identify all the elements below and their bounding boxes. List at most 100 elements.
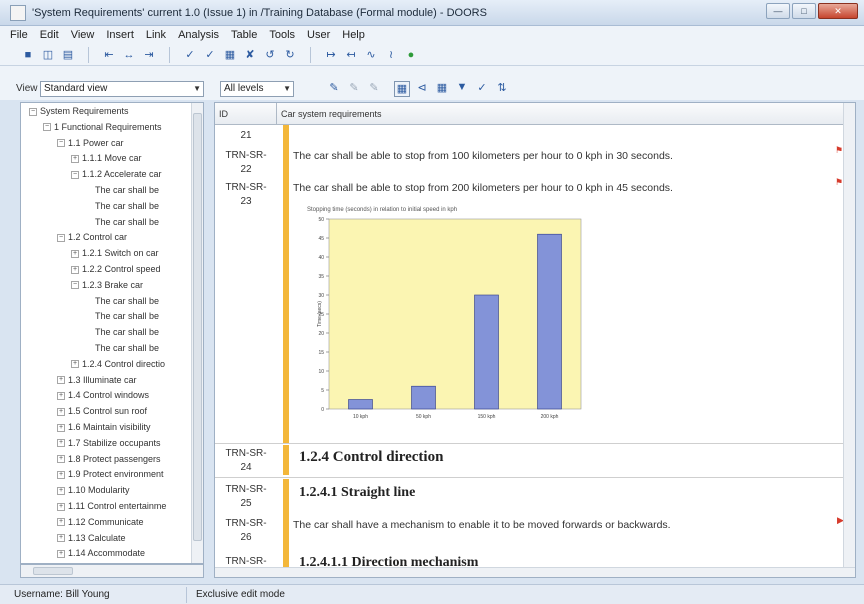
expand-icon[interactable]: + xyxy=(57,518,65,527)
tree-node[interactable]: +1.2.1 Switch on car xyxy=(71,247,159,259)
collapse-icon[interactable]: − xyxy=(43,123,51,132)
tree-node[interactable]: +1.8 Protect passengers xyxy=(57,453,161,465)
collapse-icon[interactable]: − xyxy=(57,139,65,148)
expand-icon[interactable]: + xyxy=(71,360,79,369)
expand-icon[interactable]: + xyxy=(71,265,79,274)
minimize-button[interactable]: — xyxy=(766,3,790,19)
graphics-mode-icon[interactable]: ⊲ xyxy=(414,81,430,97)
level-2-icon[interactable]: ✎ xyxy=(346,81,362,97)
tree-node[interactable]: The car shall be xyxy=(95,295,159,307)
expand-icon[interactable]: + xyxy=(57,534,65,543)
filter-icon[interactable]: ● xyxy=(403,47,419,63)
object-id[interactable]: 21 xyxy=(215,129,277,143)
indent-center-icon[interactable]: ↔ xyxy=(121,47,137,63)
expand-icon[interactable]: + xyxy=(57,550,65,559)
collapse-icon[interactable]: − xyxy=(71,281,79,290)
tree-node[interactable]: The car shall be xyxy=(95,326,159,338)
tree-node[interactable]: +1.3 Illuminate car xyxy=(57,374,137,386)
scroll-thumb[interactable] xyxy=(193,113,202,541)
collapse-icon[interactable]: − xyxy=(29,107,37,116)
tree-node[interactable]: +1.6 Maintain visibility xyxy=(57,421,151,433)
grid-vertical-scrollbar[interactable] xyxy=(843,103,855,577)
indent-right-icon[interactable]: ⇥ xyxy=(141,47,157,63)
promote-icon[interactable]: ↺ xyxy=(262,47,278,63)
menu-help[interactable]: Help xyxy=(336,29,371,41)
tree-horizontal-scrollbar[interactable] xyxy=(20,564,204,578)
table-icon[interactable]: ▦ xyxy=(434,81,450,97)
menu-user[interactable]: User xyxy=(301,29,336,41)
tree-node[interactable]: The car shall be xyxy=(95,310,159,322)
requirement-text[interactable]: The car shall have a mechanism to enable… xyxy=(293,519,671,531)
insert-below-icon[interactable]: ✓ xyxy=(202,47,218,63)
tree-node[interactable]: −1 Functional Requirements xyxy=(43,121,162,133)
close-button[interactable]: ✕ xyxy=(818,3,858,19)
collapse-icon[interactable]: − xyxy=(71,170,79,179)
levels-select[interactable]: All levels ▼ xyxy=(220,81,294,97)
demote-icon[interactable]: ↻ xyxy=(282,47,298,63)
menu-insert[interactable]: Insert xyxy=(100,29,140,41)
requirement-text[interactable]: The car shall be able to stop from 100 k… xyxy=(293,150,673,162)
link-icon[interactable]: ∿ xyxy=(363,47,379,63)
tree-node[interactable]: The car shall be xyxy=(95,200,159,212)
expand-icon[interactable]: + xyxy=(57,502,65,511)
properties-icon[interactable]: ▤ xyxy=(60,47,76,63)
stopping-time-chart[interactable]: Stopping time (seconds) in relation to i… xyxy=(299,207,589,433)
tree-node[interactable]: The car shall be xyxy=(95,342,159,354)
tree-vertical-scrollbar[interactable] xyxy=(191,103,203,563)
tree-node[interactable]: +1.9 Protect environment xyxy=(57,468,164,480)
expand-icon[interactable]: + xyxy=(71,155,79,164)
expand-icon[interactable]: + xyxy=(57,392,65,401)
section-heading[interactable]: 1.2.4 Control direction xyxy=(299,449,443,466)
tree-node[interactable]: +1.1.1 Move car xyxy=(71,152,142,164)
tree-node[interactable]: The car shall be xyxy=(95,184,159,196)
expand-icon[interactable]: + xyxy=(57,407,65,416)
expand-icon[interactable]: + xyxy=(57,376,65,385)
scroll-thumb[interactable] xyxy=(33,567,73,575)
edit-filter-icon[interactable]: ✓ xyxy=(474,81,490,97)
sort-icon[interactable]: ⇅ xyxy=(494,81,510,97)
tree-node[interactable]: −1.1.2 Accelerate car xyxy=(71,168,162,180)
grid-horizontal-scrollbar[interactable] xyxy=(215,567,855,577)
section-heading[interactable]: 1.2.4.1 Straight line xyxy=(299,485,415,501)
filter-funnel-icon[interactable]: ▼ xyxy=(454,81,470,97)
column-header-main[interactable]: Car system requirements xyxy=(277,103,845,125)
expand-icon[interactable]: + xyxy=(57,486,65,495)
view-select[interactable]: Standard view ▼ xyxy=(40,81,204,97)
tree-node[interactable]: − System Requirements xyxy=(29,105,129,117)
tree-node[interactable]: +1.4 Control windows xyxy=(57,389,149,401)
tree-node[interactable]: +1.7 Stabilize occupants xyxy=(57,437,161,449)
object-id[interactable]: TRN-SR- 26 xyxy=(215,517,277,545)
menu-tools[interactable]: Tools xyxy=(263,29,301,41)
menu-analysis[interactable]: Analysis xyxy=(172,29,225,41)
save-icon[interactable]: ■ xyxy=(20,47,36,63)
tree-node[interactable]: −1.1 Power car xyxy=(57,137,124,149)
tree-node[interactable]: +1.5 Control sun roof xyxy=(57,405,147,417)
expand-icon[interactable]: + xyxy=(57,455,65,464)
tree-node[interactable]: +1.14 Accommodate xyxy=(57,547,145,559)
tree-node[interactable]: −1.2.3 Brake car xyxy=(71,279,143,291)
menu-edit[interactable]: Edit xyxy=(34,29,65,41)
menu-table[interactable]: Table xyxy=(225,29,263,41)
object-id[interactable]: TRN-SR- 23 xyxy=(215,181,277,209)
expand-icon[interactable]: + xyxy=(57,439,65,448)
expand-icon[interactable]: + xyxy=(57,471,65,480)
outline-icon[interactable]: ▦ xyxy=(394,81,410,97)
object-id[interactable]: TRN-SR- 25 xyxy=(215,483,277,511)
delete-object-icon[interactable]: ✘ xyxy=(242,47,258,63)
menu-view[interactable]: View xyxy=(65,29,101,41)
tree-node[interactable]: +1.13 Calculate xyxy=(57,532,126,544)
tree-node[interactable]: −1.2 Control car xyxy=(57,231,127,243)
column-header-id[interactable]: ID xyxy=(215,103,277,125)
requirement-text[interactable]: The car shall be able to stop from 200 k… xyxy=(293,182,673,194)
expand-icon[interactable]: + xyxy=(57,423,65,432)
link-end-icon[interactable]: ↤ xyxy=(343,47,359,63)
object-id[interactable]: TRN-SR- 24 xyxy=(215,447,277,475)
level-1-icon[interactable]: ✎ xyxy=(326,81,342,97)
insert-object-icon[interactable]: ✓ xyxy=(182,47,198,63)
menu-link[interactable]: Link xyxy=(140,29,172,41)
collapse-icon[interactable]: − xyxy=(57,234,65,243)
tree-node[interactable]: +1.12 Communicate xyxy=(57,516,144,528)
object-id[interactable]: TRN-SR- 22 xyxy=(215,149,277,177)
menu-file[interactable]: File xyxy=(4,29,34,41)
indent-left-icon[interactable]: ⇤ xyxy=(101,47,117,63)
